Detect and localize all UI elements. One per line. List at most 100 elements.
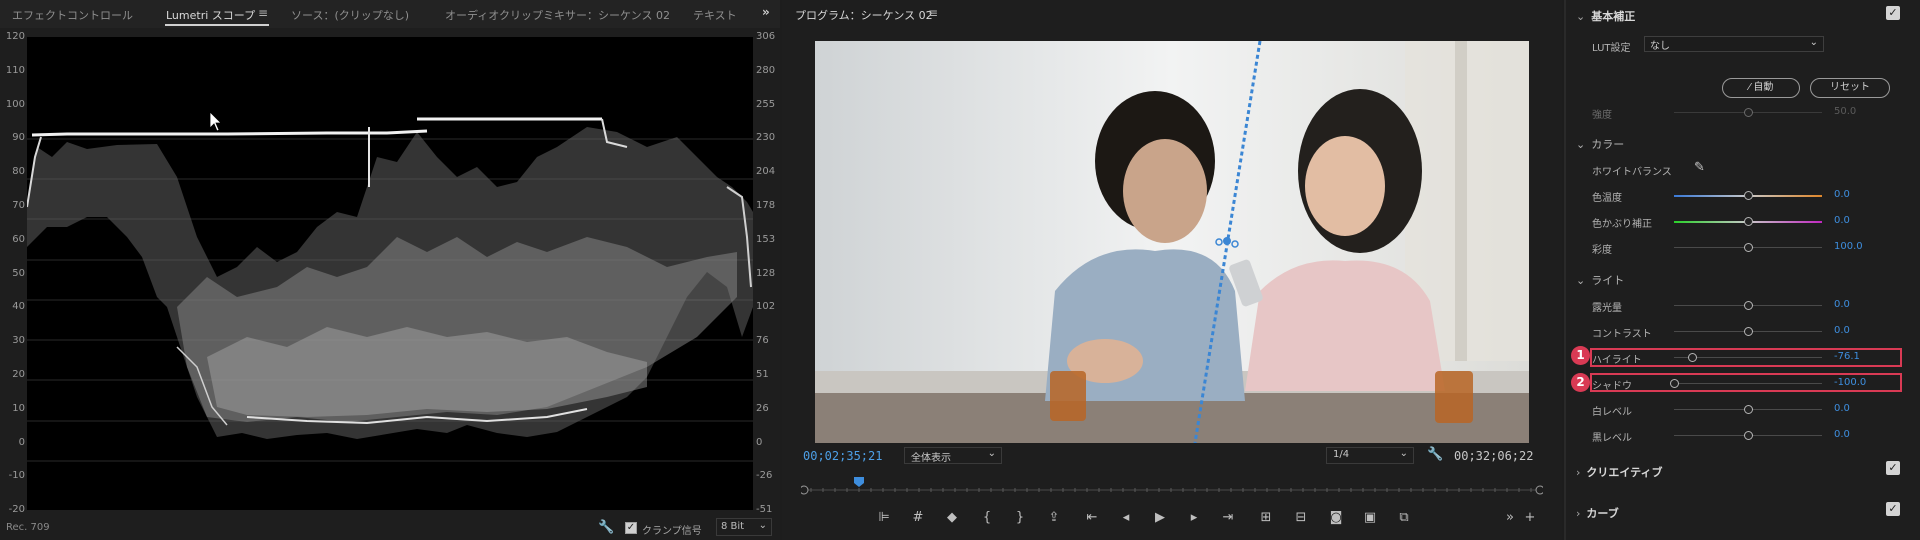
clamp-signal-checkbox[interactable]: ✓ [625,522,637,534]
lut-value: なし [1650,41,1670,52]
waveform-right-axis-label: 178 [756,200,776,211]
basic-correction-enable-checkbox[interactable]: ✓ [1886,6,1900,20]
waveform-right-axis-label: 51 [756,369,769,380]
waveform-left-axis-label: -20 [8,504,25,516]
extract-icon[interactable]: ⊟ [1291,510,1311,525]
slider-knob[interactable] [1744,327,1753,336]
bit-depth-value: 8 Bit [721,521,745,532]
timeline-ruler[interactable] [801,474,1543,496]
panel-tab-bar: エフェクトコントロール Lumetri スコープ ≡ ソース：(クリップなし) … [0,0,780,28]
marker-in-icon[interactable]: ⊫ [874,510,894,525]
lut-label: LUT設定 [1592,43,1631,54]
slider-value[interactable]: 0.0 [1834,189,1884,200]
callout-badge-2: 2 [1571,373,1590,392]
auto-button[interactable]: ⁄ 自動 [1722,78,1800,98]
slider-knob[interactable] [1744,191,1753,200]
go-to-out-icon[interactable]: ⇥ [1218,510,1238,525]
camera-icon[interactable]: ◙ [1326,510,1346,525]
slider-value[interactable]: 0.0 [1834,429,1884,440]
slider-value[interactable]: 0.0 [1834,325,1884,336]
monitor-settings-wrench-icon[interactable]: 🔧 [1427,447,1443,462]
slider-value[interactable]: 0.0 [1834,403,1884,414]
go-to-in-icon[interactable]: ⇤ [1082,510,1102,525]
step-back-icon[interactable]: ◂ [1116,510,1136,525]
tab-effect-controls[interactable]: エフェクトコントロール [12,7,133,23]
highlight-box-highlights [1590,348,1902,367]
video-frame-image [815,41,1529,443]
section-color[interactable]: ⌄ カラー [1576,136,1624,152]
waveform-left-axis-label: 0 [18,436,25,448]
slider-track[interactable] [1674,243,1822,252]
waveform-left-axis-label: 50 [12,267,25,279]
intensity-label: 強度 [1592,110,1612,121]
slider-value[interactable]: 0.0 [1834,299,1884,310]
safe-margins-icon[interactable]: # [908,510,928,525]
chevron-down-icon: ⌄ [758,520,767,531]
slider-knob[interactable] [1744,243,1753,252]
slider-knob[interactable] [1744,217,1753,226]
slider-value[interactable]: 0.0 [1834,215,1884,226]
waveform-graph [26,111,753,462]
slider-knob[interactable] [1744,431,1753,440]
tab-text[interactable]: テキスト [693,7,737,23]
program-video-frame[interactable] [815,41,1529,443]
section-creative[interactable]: › クリエイティブ [1576,464,1663,480]
lut-select[interactable]: なし ⌄ [1644,36,1824,52]
panel-menu-icon[interactable]: ≡ [928,6,938,20]
tab-source[interactable]: ソース：(クリップなし) [291,7,409,23]
chevron-right-icon: › [1576,507,1581,520]
waveform-left-axis-label: 10 [12,402,25,414]
slider-label: 彩度 [1592,245,1612,256]
step-forward-icon[interactable]: ▸ [1184,510,1204,525]
slider-track[interactable] [1674,217,1822,226]
slider-value[interactable]: 100.0 [1834,241,1884,252]
slider-track[interactable] [1674,327,1822,336]
playback-resolution-select[interactable]: 1/4 ⌄ [1326,447,1414,464]
lumetri-scopes-panel: エフェクトコントロール Lumetri スコープ ≡ ソース：(クリップなし) … [0,0,780,540]
color-standard-label: Rec. 709 [6,522,50,533]
mark-out-icon[interactable]: } [1010,510,1030,525]
waveform-left-axis-label: 120 [5,31,25,42]
waveform-right-axis-label: 76 [756,335,769,347]
lift-icon[interactable]: ⊞ [1256,510,1276,525]
tab-overflow-icon[interactable]: » [762,5,770,19]
bit-depth-select[interactable]: 8 Bit ⌄ [716,518,772,536]
slider-track[interactable] [1674,405,1822,414]
transport-controls: ⊫ # ◆ { } ⇪ ⇤ ◂ ▶ ▸ ⇥ ⊞ ⊟ ◙ ▣ ⧉ » + [782,508,1562,532]
more-icon[interactable]: » [1500,510,1520,525]
current-timecode[interactable]: 00;02;35;21 [803,449,882,463]
chevron-right-icon: › [1576,466,1581,479]
tab-lumetri-scopes[interactable]: Lumetri スコープ [166,7,255,23]
section-light[interactable]: ⌄ ライト [1576,272,1624,288]
slider-knob[interactable] [1744,301,1753,310]
program-monitor-title[interactable]: プログラム：シーケンス 02 [795,7,933,23]
reset-button[interactable]: リセット [1810,78,1890,98]
waveform-left-axis-label: 110 [5,64,25,76]
zoom-fit-select[interactable]: 全体表示 ⌄ [904,447,1002,464]
panel-menu-icon[interactable]: ≡ [258,6,268,20]
eyedropper-icon[interactable]: ✎ [1694,160,1705,175]
scope-settings-wrench-icon[interactable]: 🔧 [598,520,614,535]
tab-audio-clip-mixer[interactable]: オーディオクリップミキサー：シーケンス 02 [445,7,670,23]
compare-icon[interactable]: ▣ [1360,510,1380,525]
waveform-left-axis-label: 90 [12,132,25,144]
chevron-down-icon: ⌄ [987,448,996,459]
slider-knob[interactable] [1744,405,1753,414]
section-curves[interactable]: › カーブ [1576,505,1619,521]
slider-track[interactable] [1674,301,1822,310]
play-icon[interactable]: ▶ [1150,510,1170,525]
curves-enable-checkbox[interactable]: ✓ [1886,502,1900,516]
export-frame-icon[interactable]: ⇪ [1044,510,1064,525]
slider-label: 黒レベル [1592,433,1632,444]
add-icon[interactable]: + [1520,510,1540,525]
slider-track[interactable] [1674,191,1822,200]
multi-camera-icon[interactable]: ⧉ [1394,510,1414,525]
add-marker-icon[interactable]: ◆ [942,510,962,525]
waveform-left-axis-label: 80 [12,166,25,178]
slider-track[interactable] [1674,431,1822,440]
mark-in-icon[interactable]: { [977,510,997,525]
program-monitor-panel: プログラム：シーケンス 02 ≡ 00;02;35;21 全体表示 ⌄ 1/4 … [782,0,1562,540]
creative-enable-checkbox[interactable]: ✓ [1886,461,1900,475]
waveform-left-axis-label: 20 [12,369,25,380]
section-basic-correction[interactable]: ⌄ 基本補正 [1576,8,1635,24]
